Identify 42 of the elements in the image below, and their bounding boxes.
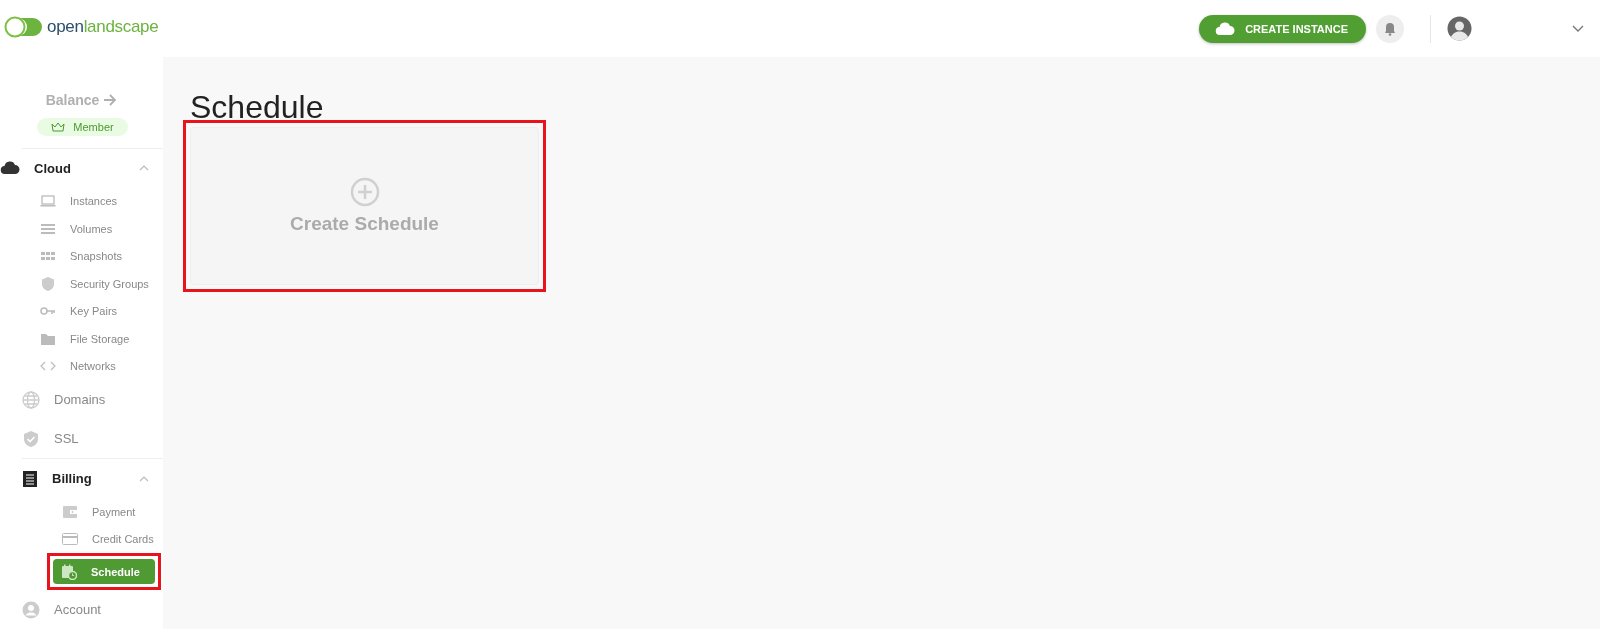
nav-item[interactable]: Billing — [22, 459, 163, 498]
arrow-right-icon — [103, 93, 118, 106]
nav-item[interactable]: Cloud — [0, 148, 163, 188]
nav-subitem[interactable]: File Storage — [0, 325, 163, 353]
wallet-icon — [62, 503, 78, 520]
nav-subitem[interactable]: Schedule — [53, 559, 155, 584]
logo-text: openlandscape — [47, 16, 159, 37]
cloud-icon — [0, 160, 20, 176]
cloud-icon — [1215, 21, 1236, 36]
page-title: Schedule — [190, 90, 325, 124]
chevron-up-icon[interactable] — [139, 165, 149, 171]
user-icon — [22, 600, 40, 619]
nav-subitem[interactable]: Security Groups — [0, 270, 163, 298]
create-instance-button[interactable]: CREATE INSTANCE — [1199, 14, 1366, 43]
member-badge: Member — [37, 117, 128, 136]
nav-subitem[interactable]: Networks — [0, 352, 163, 380]
shield-icon — [40, 275, 56, 292]
nav-item[interactable]: Domains — [0, 380, 163, 419]
nav-subitem[interactable]: Payment — [22, 498, 163, 526]
nav-subitem[interactable]: Instances — [0, 187, 163, 215]
receipt-icon — [22, 469, 38, 488]
nav-subitem[interactable]: Snapshots — [0, 242, 163, 270]
bell-icon — [1384, 21, 1396, 36]
create-schedule-card[interactable]: Create Schedule — [190, 127, 539, 285]
nav-subitem[interactable]: Key Pairs — [0, 297, 163, 325]
credit-card-icon — [62, 531, 78, 548]
globe-icon — [22, 390, 40, 409]
nav-item[interactable]: Account — [0, 590, 163, 629]
chevron-up-icon[interactable] — [139, 475, 149, 482]
plus-circle-icon — [349, 177, 380, 207]
calendar-clock-icon — [61, 563, 77, 580]
balance-link[interactable]: Balance — [45, 91, 118, 108]
logo-icon — [4, 15, 44, 38]
chevron-down-icon[interactable] — [1572, 24, 1584, 33]
nav-subitem[interactable]: Credit Cards — [22, 525, 163, 553]
notification-button[interactable] — [1376, 14, 1404, 43]
laptop-icon — [40, 193, 56, 210]
avatar-icon[interactable] — [1447, 16, 1472, 41]
crown-icon — [51, 121, 66, 132]
nav-subitem[interactable]: Volumes — [0, 215, 163, 243]
nav-item[interactable]: SSL — [0, 419, 163, 458]
shield-check-icon — [22, 429, 40, 448]
